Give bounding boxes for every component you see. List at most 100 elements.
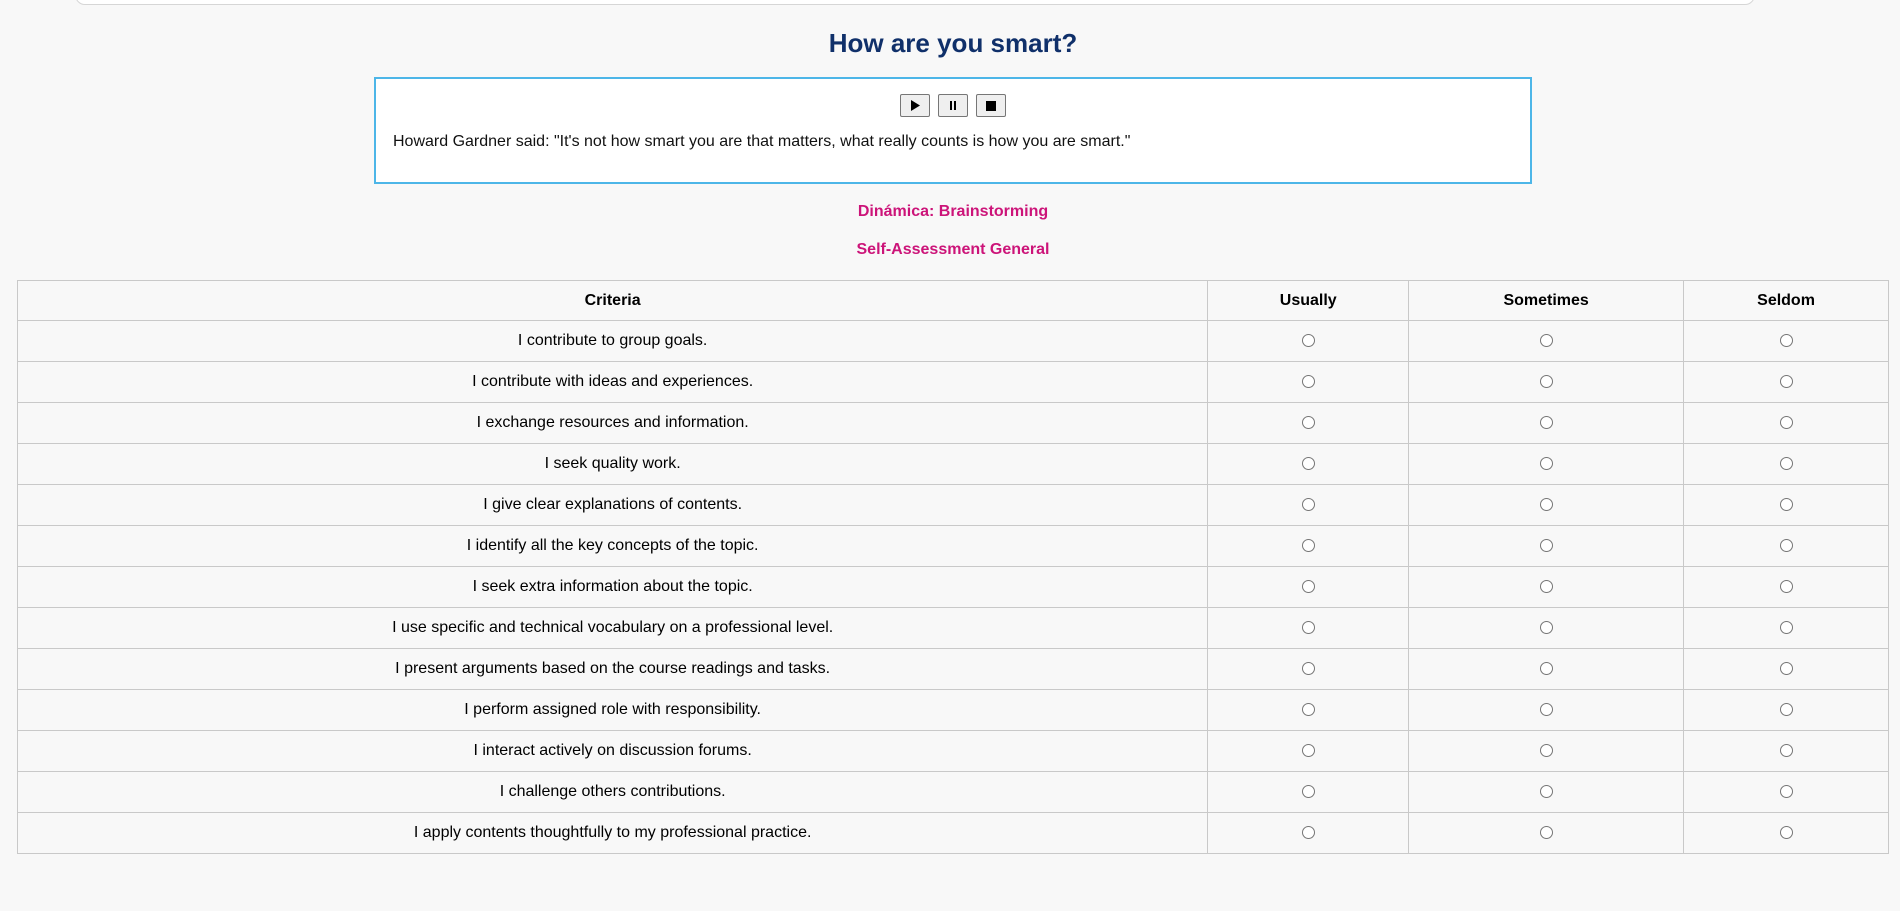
criteria-cell: I interact actively on discussion forums… xyxy=(16,730,1209,772)
rating-cell-sometimes xyxy=(1408,648,1685,690)
radio-sometimes[interactable] xyxy=(1539,785,1553,799)
radio-seldom[interactable] xyxy=(1779,416,1793,430)
self-assessment-title: Self-Assessment General xyxy=(856,241,1050,258)
radio-usually[interactable] xyxy=(1301,703,1315,717)
rating-cell-seldom xyxy=(1683,812,1889,854)
radio-usually[interactable] xyxy=(1301,539,1315,553)
radio-sometimes[interactable] xyxy=(1539,580,1553,594)
radio-usually[interactable] xyxy=(1301,662,1315,676)
header-seldom: Seldom xyxy=(1683,280,1889,321)
radio-seldom[interactable] xyxy=(1779,785,1793,799)
radio-seldom[interactable] xyxy=(1779,744,1793,758)
table-row: I seek quality work. xyxy=(16,443,1889,485)
radio-usually[interactable] xyxy=(1301,826,1315,840)
table-row: I contribute with ideas and experiences. xyxy=(16,361,1889,403)
radio-seldom[interactable] xyxy=(1779,539,1793,553)
radio-sometimes[interactable] xyxy=(1539,539,1553,553)
radio-usually[interactable] xyxy=(1301,498,1315,512)
rating-cell-sometimes xyxy=(1408,607,1685,649)
table-row: I exchange resources and information. xyxy=(16,402,1889,444)
rating-cell-seldom xyxy=(1683,648,1889,690)
rating-cell-sometimes xyxy=(1408,771,1685,813)
radio-sometimes[interactable] xyxy=(1539,457,1553,471)
rating-cell-usually xyxy=(1207,730,1410,772)
table-body: I contribute to group goals. I contribute… xyxy=(16,320,1889,854)
radio-usually[interactable] xyxy=(1301,457,1315,471)
rating-cell-seldom xyxy=(1683,484,1889,526)
stop-button[interactable] xyxy=(976,94,1006,117)
rating-cell-usually xyxy=(1207,771,1410,813)
dinamica-label: Dinámica: Brainstorming xyxy=(857,203,1049,220)
radio-seldom[interactable] xyxy=(1779,621,1793,635)
rating-cell-seldom xyxy=(1683,361,1889,403)
criteria-cell: I contribute with ideas and experiences. xyxy=(16,361,1209,403)
audio-player-box: Howard Gardner said: "It's not how smart… xyxy=(374,77,1532,184)
radio-usually[interactable] xyxy=(1301,621,1315,635)
radio-usually[interactable] xyxy=(1301,580,1315,594)
criteria-cell: I give clear explanations of contents. xyxy=(16,484,1209,526)
rating-cell-sometimes xyxy=(1408,402,1685,444)
radio-sometimes[interactable] xyxy=(1539,334,1553,348)
gardner-quote: Howard Gardner said: "It's not how smart… xyxy=(393,133,1131,150)
radio-seldom[interactable] xyxy=(1779,375,1793,389)
table-row: I apply contents thoughtfully to my prof… xyxy=(16,812,1889,854)
radio-seldom[interactable] xyxy=(1779,580,1793,594)
criteria-cell: I contribute to group goals. xyxy=(16,320,1209,362)
rating-cell-sometimes xyxy=(1408,730,1685,772)
radio-usually[interactable] xyxy=(1301,375,1315,389)
criteria-cell: I perform assigned role with responsibil… xyxy=(16,689,1209,731)
criteria-cell: I present arguments based on the course … xyxy=(16,648,1209,690)
radio-sometimes[interactable] xyxy=(1539,744,1553,758)
radio-seldom[interactable] xyxy=(1779,826,1793,840)
criteria-cell: I use specific and technical vocabulary … xyxy=(16,607,1209,649)
criteria-cell: I apply contents thoughtfully to my prof… xyxy=(16,812,1209,854)
rating-cell-sometimes xyxy=(1408,443,1685,485)
table-row: I identify all the key concepts of the t… xyxy=(16,525,1889,567)
rating-cell-seldom xyxy=(1683,689,1889,731)
rating-cell-usually xyxy=(1207,525,1410,567)
radio-sometimes[interactable] xyxy=(1539,703,1553,717)
radio-usually[interactable] xyxy=(1301,785,1315,799)
rating-cell-seldom xyxy=(1683,566,1889,608)
table-row: I give clear explanations of contents. xyxy=(16,484,1889,526)
rating-cell-seldom xyxy=(1683,443,1889,485)
radio-sometimes[interactable] xyxy=(1539,662,1553,676)
radio-usually[interactable] xyxy=(1301,416,1315,430)
radio-seldom[interactable] xyxy=(1779,457,1793,471)
criteria-cell: I exchange resources and information. xyxy=(16,402,1209,444)
radio-seldom[interactable] xyxy=(1779,334,1793,348)
criteria-cell: I seek extra information about the topic… xyxy=(16,566,1209,608)
play-button[interactable] xyxy=(900,94,930,117)
play-icon xyxy=(911,100,920,111)
radio-usually[interactable] xyxy=(1301,334,1315,348)
rating-cell-usually xyxy=(1207,648,1410,690)
criteria-cell: I challenge others contributions. xyxy=(16,771,1209,813)
rating-cell-seldom xyxy=(1683,320,1889,362)
rating-cell-seldom xyxy=(1683,402,1889,444)
table-row: I interact actively on discussion forums… xyxy=(16,730,1889,772)
table-header-row: Criteria Usually Sometimes Seldom xyxy=(16,280,1889,321)
radio-seldom[interactable] xyxy=(1779,662,1793,676)
rating-cell-seldom xyxy=(1683,607,1889,649)
radio-sometimes[interactable] xyxy=(1539,826,1553,840)
rating-cell-seldom xyxy=(1683,525,1889,567)
radio-seldom[interactable] xyxy=(1779,498,1793,512)
radio-usually[interactable] xyxy=(1301,744,1315,758)
header-sometimes: Sometimes xyxy=(1408,280,1685,321)
criteria-cell: I seek quality work. xyxy=(16,443,1209,485)
radio-sometimes[interactable] xyxy=(1539,621,1553,635)
self-assessment-table: Criteria Usually Sometimes Seldom I cont… xyxy=(16,280,1889,854)
radio-seldom[interactable] xyxy=(1779,703,1793,717)
radio-sometimes[interactable] xyxy=(1539,416,1553,430)
rating-cell-usually xyxy=(1207,484,1410,526)
top-search-bar-edge xyxy=(75,0,1755,5)
pause-button[interactable] xyxy=(938,94,968,117)
table-row: I present arguments based on the course … xyxy=(16,648,1889,690)
rating-cell-usually xyxy=(1207,320,1410,362)
rating-cell-sometimes xyxy=(1408,812,1685,854)
table-row: I use specific and technical vocabulary … xyxy=(16,607,1889,649)
radio-sometimes[interactable] xyxy=(1539,375,1553,389)
table-row: I contribute to group goals. xyxy=(16,320,1889,362)
radio-sometimes[interactable] xyxy=(1539,498,1553,512)
header-usually: Usually xyxy=(1207,280,1410,321)
